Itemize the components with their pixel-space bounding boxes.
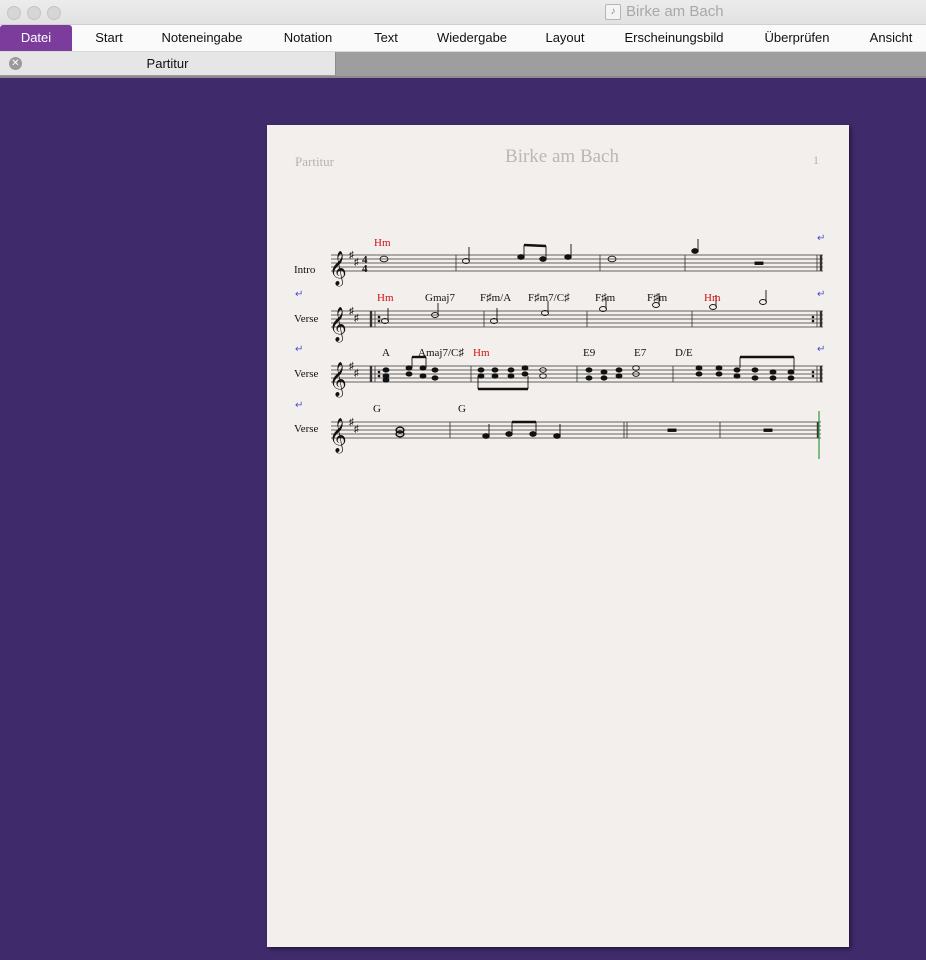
staff-label-verse-3: Verse (294, 423, 319, 435)
chord-symbol[interactable]: G (373, 403, 381, 415)
score-notation: 𝄞𝄞 𝄞𝄞 ♯♯ ♯♯ ♯♯ ♯♯ 44 ↵↵ ↵ ↵ ↵↵ (295, 233, 825, 459)
tab-ueberpruefen[interactable]: Überprüfen (752, 25, 842, 51)
chord-symbol[interactable]: F♯m/A (480, 292, 511, 304)
svg-text:♯: ♯ (354, 313, 359, 324)
svg-text:𝄞: 𝄞 (329, 307, 347, 343)
chord-symbol[interactable]: Hm (473, 347, 490, 359)
svg-text:𝄞: 𝄞 (329, 251, 347, 287)
svg-text:𝄞: 𝄞 (329, 362, 347, 398)
svg-text:♯: ♯ (354, 368, 359, 379)
zoom-window-button[interactable] (47, 6, 61, 20)
chord-symbol[interactable]: G (458, 403, 466, 415)
staff-system-3 (331, 365, 823, 383)
tab-notation[interactable]: Notation (268, 25, 348, 51)
chord-symbol[interactable]: D/E (675, 347, 693, 359)
svg-text:♯: ♯ (354, 257, 359, 268)
svg-text:↵: ↵ (295, 344, 303, 355)
staff-system-1 (331, 254, 823, 272)
window-title: ♪ Birke am Bach (605, 3, 724, 20)
svg-text:↵: ↵ (817, 289, 825, 300)
tab-text[interactable]: Text (358, 25, 414, 51)
svg-text:↵: ↵ (295, 289, 303, 300)
chord-symbol[interactable]: A (382, 347, 390, 359)
svg-text:↵: ↵ (817, 344, 825, 355)
ribbon-tab-bar: Datei Start Noteneingabe Notation Text W… (0, 25, 926, 52)
chord-symbol[interactable]: Hm (374, 237, 391, 249)
tab-noteneingabe[interactable]: Noteneingabe (150, 25, 254, 51)
tab-datei[interactable]: Datei (0, 25, 72, 51)
staff-system-2 (331, 310, 823, 328)
chord-symbol[interactable]: Hm (377, 292, 394, 304)
chord-symbol[interactable]: Gmaj7 (425, 292, 455, 304)
minimize-window-button[interactable] (27, 6, 41, 20)
chord-symbol[interactable]: E9 (583, 347, 595, 359)
chord-symbol[interactable]: Hm (704, 292, 721, 304)
tab-erscheinungsbild[interactable]: Erscheinungsbild (612, 25, 736, 51)
tab-wiedergabe[interactable]: Wiedergabe (425, 25, 519, 51)
tab-ansicht[interactable]: Ansicht (856, 25, 926, 51)
window-title-text: Birke am Bach (626, 3, 724, 20)
svg-text:↵: ↵ (817, 233, 825, 244)
tab-layout[interactable]: Layout (533, 25, 597, 51)
svg-text:4: 4 (362, 263, 368, 275)
document-tab-bar: ✕ Partitur (0, 52, 926, 78)
staff-label-verse-1: Verse (294, 313, 319, 325)
chord-symbol[interactable]: F♯m (595, 292, 615, 304)
document-tab-label: Partitur (146, 56, 189, 71)
document-tab-partitur[interactable]: ✕ Partitur (0, 52, 336, 75)
chord-symbol[interactable]: F♯m (647, 292, 667, 304)
chord-symbol[interactable]: Amaj7/C♯ (418, 347, 464, 359)
staff-label-verse-2: Verse (294, 368, 319, 380)
chord-symbol[interactable]: E7 (634, 347, 646, 359)
svg-text:𝄞: 𝄞 (329, 418, 347, 454)
svg-text:↵: ↵ (295, 400, 303, 411)
tab-start[interactable]: Start (78, 25, 140, 51)
chord-symbol[interactable]: F♯m7/C♯ (528, 292, 570, 304)
staff-label-intro: Intro (294, 264, 316, 276)
close-window-button[interactable] (7, 6, 21, 20)
app-document-icon: ♪ (605, 3, 621, 20)
score-page[interactable]: Partitur Birke am Bach 1 𝄞 𝄞 𝄞 𝄞 ♯ ♯ ♯ ♯… (267, 125, 849, 947)
title-bar: ♪ Birke am Bach (0, 0, 926, 25)
svg-text:♯: ♯ (354, 424, 359, 435)
